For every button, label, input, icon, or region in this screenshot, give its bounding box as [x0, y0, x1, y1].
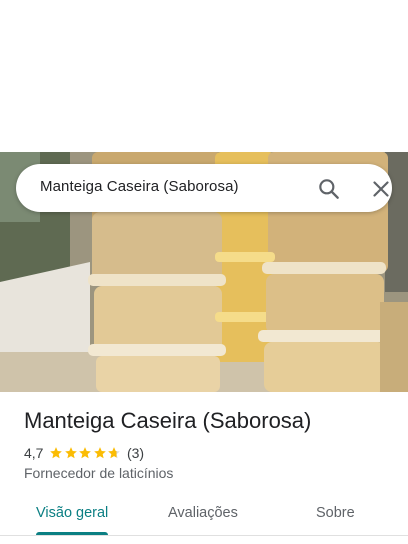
- map-blank-area: [0, 0, 408, 152]
- review-count[interactable]: (3): [127, 445, 144, 461]
- place-title: Manteiga Caseira (Saborosa): [24, 408, 312, 433]
- tabs-divider: [0, 535, 408, 536]
- tab-overview[interactable]: Visão geral: [36, 505, 108, 521]
- tab-reviews[interactable]: Avaliações: [168, 505, 238, 521]
- star-icon: [49, 446, 63, 460]
- star-icon: [78, 446, 92, 460]
- search-input[interactable]: Manteiga Caseira (Saborosa): [40, 178, 239, 195]
- star-icon: [107, 446, 121, 460]
- star-icon: [64, 446, 78, 460]
- place-tabs: Visão geral Avaliações Sobre: [0, 494, 408, 540]
- rating-value: 4,7: [24, 445, 44, 461]
- search-bar[interactable]: Manteiga Caseira (Saborosa): [16, 164, 392, 212]
- place-category[interactable]: Fornecedor de laticínios: [24, 465, 173, 481]
- rating-stars: [49, 446, 122, 460]
- search-icon[interactable]: [316, 176, 342, 202]
- star-icon: [93, 446, 107, 460]
- rating-row[interactable]: 4,7 (3): [24, 444, 144, 462]
- tab-about[interactable]: Sobre: [316, 505, 355, 521]
- close-icon[interactable]: [368, 176, 394, 202]
